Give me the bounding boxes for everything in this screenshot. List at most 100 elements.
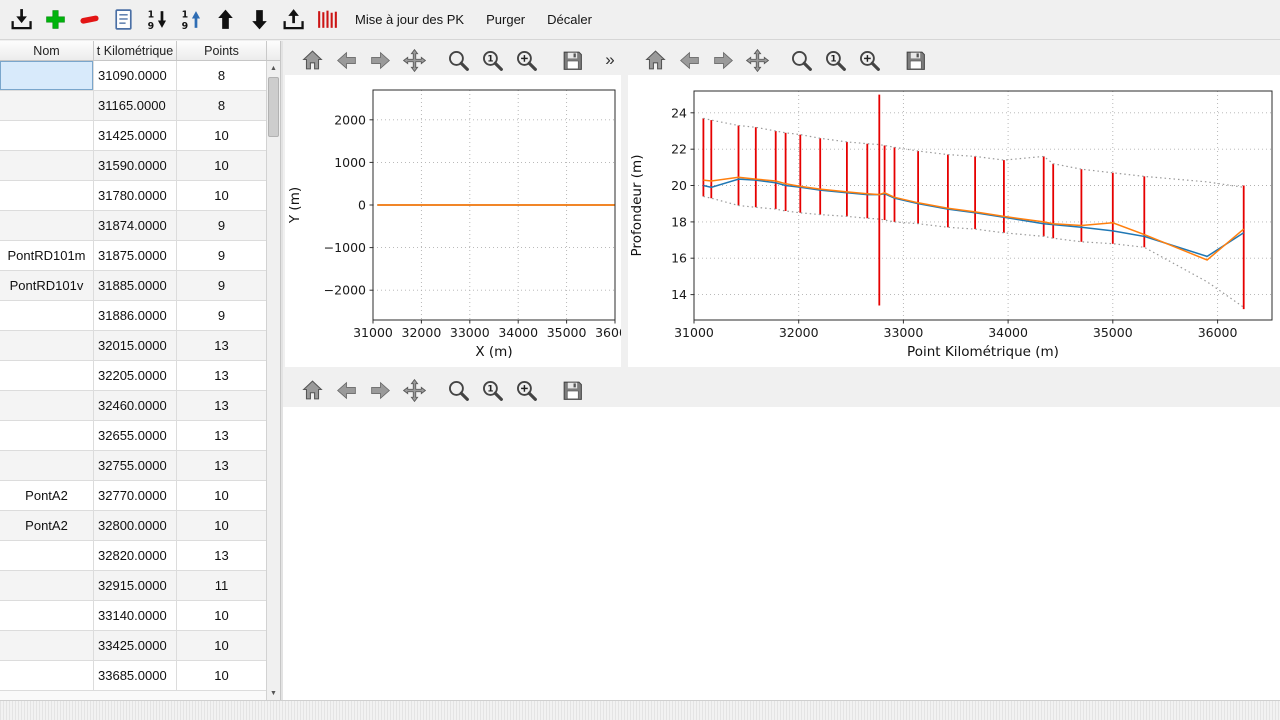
zoom-one-button[interactable] [479,47,505,73]
cell-points[interactable]: 13 [177,391,267,421]
cell-nom[interactable] [0,571,94,601]
cell-points[interactable]: 11 [177,571,267,601]
cell-points[interactable]: 9 [177,211,267,241]
import-button[interactable] [6,4,36,36]
cell-points[interactable]: 10 [177,631,267,661]
pan-button[interactable] [401,47,427,73]
column-header-nom[interactable]: Nom [0,41,94,60]
back-button[interactable] [333,47,359,73]
bottom-dock-handle[interactable] [0,700,1280,720]
sort-ascending-button[interactable] [176,4,206,36]
zoom-plus-button[interactable] [513,377,539,403]
home-button[interactable] [642,47,668,73]
cell-points[interactable]: 13 [177,541,267,571]
forward-button[interactable] [367,47,393,73]
table-vertical-scrollbar[interactable]: ▲ ▼ [266,61,280,700]
cell-pk[interactable]: 31885.0000 [94,271,177,301]
cell-points[interactable]: 13 [177,361,267,391]
export-button[interactable] [278,4,308,36]
cell-pk[interactable]: 31874.0000 [94,211,177,241]
back-button[interactable] [676,47,702,73]
zoom-plus-button[interactable] [513,47,539,73]
cell-nom[interactable] [0,421,94,451]
cell-nom[interactable] [0,631,94,661]
zoom-one-button[interactable] [822,47,848,73]
cell-pk[interactable]: 31780.0000 [94,181,177,211]
toolbar-overflow-button[interactable]: » [601,47,619,73]
cell-nom[interactable]: PontA2 [0,481,94,511]
cell-nom[interactable]: PontRD101v [0,271,94,301]
cell-pk[interactable]: 33685.0000 [94,661,177,691]
column-header-pk[interactable]: t Kilométrique [94,41,177,60]
scroll-up-arrow-icon[interactable]: ▲ [267,61,280,75]
cell-pk[interactable]: 32205.0000 [94,361,177,391]
update-pk-button[interactable]: Mise à jour des PK [346,7,473,32]
move-up-button[interactable] [210,4,240,36]
cell-points[interactable]: 10 [177,151,267,181]
cell-pk[interactable]: 33425.0000 [94,631,177,661]
cell-pk[interactable]: 31425.0000 [94,121,177,151]
edit-form-button[interactable] [108,4,138,36]
cell-pk[interactable]: 31886.0000 [94,301,177,331]
profile-plot-canvas[interactable]: 3100032000330003400035000360001416182022… [628,75,1280,367]
cell-nom[interactable] [0,451,94,481]
home-button[interactable] [299,377,325,403]
save-figure-button[interactable] [559,47,585,73]
pan-button[interactable] [744,47,770,73]
pan-button[interactable] [401,377,427,403]
column-header-points[interactable]: Points [177,41,267,60]
zoom-button[interactable] [445,47,471,73]
move-down-button[interactable] [244,4,274,36]
zoom-one-button[interactable] [479,377,505,403]
save-figure-button[interactable] [902,47,928,73]
cell-points[interactable]: 13 [177,421,267,451]
home-button[interactable] [299,47,325,73]
cell-pk[interactable]: 32915.0000 [94,571,177,601]
cell-pk[interactable]: 32770.0000 [94,481,177,511]
cell-pk[interactable]: 32015.0000 [94,331,177,361]
cell-nom[interactable]: PontRD101m [0,241,94,271]
cell-pk[interactable]: 32460.0000 [94,391,177,421]
cell-points[interactable]: 10 [177,511,267,541]
purge-button[interactable]: Purger [477,7,534,32]
save-figure-button[interactable] [559,377,585,403]
cell-points[interactable]: 9 [177,301,267,331]
cell-points[interactable]: 13 [177,331,267,361]
cell-pk[interactable]: 32755.0000 [94,451,177,481]
cell-points[interactable]: 10 [177,121,267,151]
empty-figure-canvas[interactable] [283,407,1280,700]
cell-pk[interactable]: 32800.0000 [94,511,177,541]
cell-nom[interactable] [0,181,94,211]
cell-nom[interactable] [0,661,94,691]
cell-points[interactable]: 10 [177,661,267,691]
cell-points[interactable]: 10 [177,601,267,631]
sort-descending-button[interactable] [142,4,172,36]
add-button[interactable] [40,4,70,36]
cell-nom[interactable] [0,211,94,241]
cell-nom[interactable] [0,61,94,91]
cell-points[interactable]: 8 [177,91,267,121]
cell-points[interactable]: 13 [177,451,267,481]
cell-nom[interactable] [0,541,94,571]
cell-points[interactable]: 8 [177,61,267,91]
scrollbar-thumb[interactable] [268,77,279,137]
cell-pk[interactable]: 33140.0000 [94,601,177,631]
zoom-button[interactable] [445,377,471,403]
cell-nom[interactable] [0,361,94,391]
cell-pk[interactable]: 31875.0000 [94,241,177,271]
cell-nom[interactable]: PontA2 [0,511,94,541]
zoom-button[interactable] [788,47,814,73]
cell-points[interactable]: 9 [177,271,267,301]
forward-button[interactable] [710,47,736,73]
cell-points[interactable]: 10 [177,181,267,211]
cell-pk[interactable]: 32655.0000 [94,421,177,451]
profiles-button[interactable] [312,4,342,36]
remove-button[interactable] [74,4,104,36]
cell-nom[interactable] [0,391,94,421]
cell-nom[interactable] [0,151,94,181]
back-button[interactable] [333,377,359,403]
cell-points[interactable]: 9 [177,241,267,271]
cell-pk[interactable]: 31090.0000 [94,61,177,91]
cell-pk[interactable]: 31165.0000 [94,91,177,121]
cell-pk[interactable]: 32820.0000 [94,541,177,571]
